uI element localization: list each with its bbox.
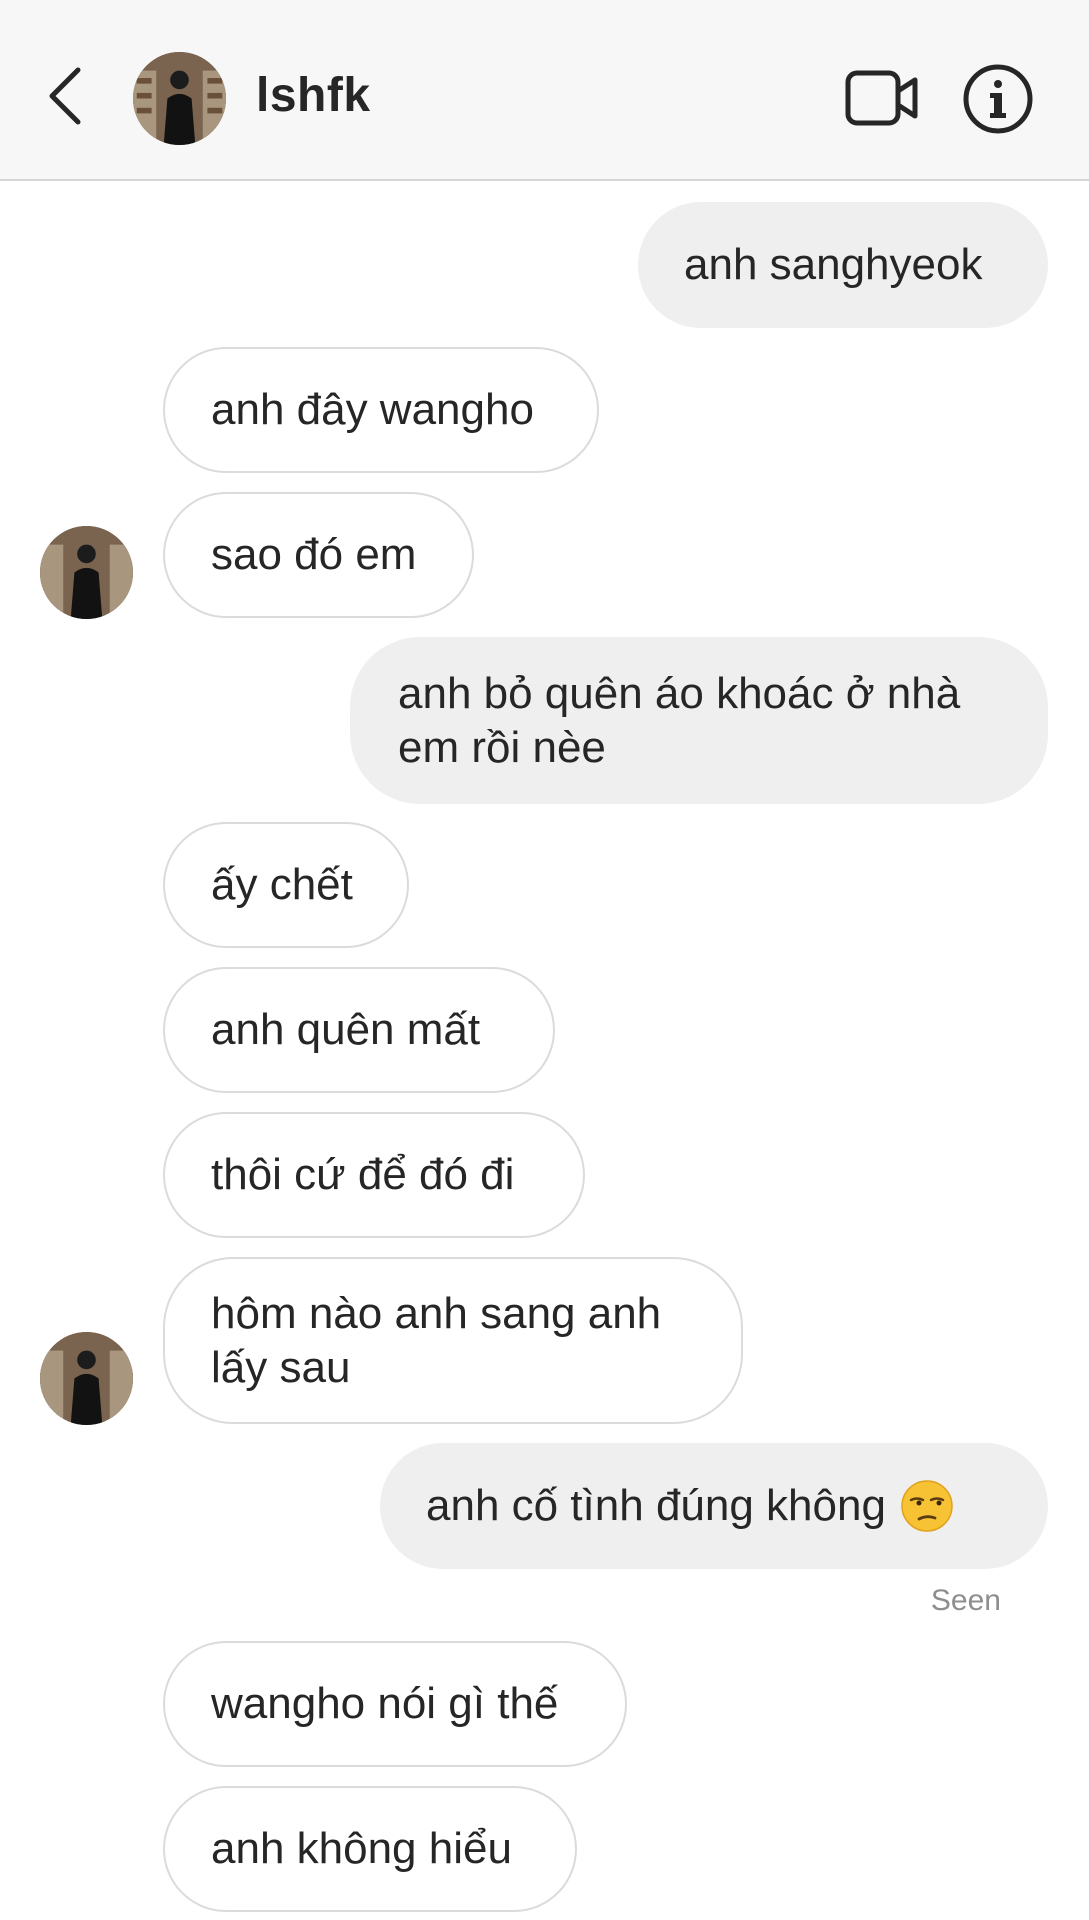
video-camera-icon[interactable] <box>845 70 919 126</box>
message-text: anh sanghyeok <box>684 240 983 289</box>
message-text: wangho nói gì thế <box>211 1679 559 1728</box>
message-bubble-received[interactable]: anh không hiểu <box>163 1786 577 1912</box>
profile-avatar[interactable] <box>133 52 226 145</box>
info-icon[interactable] <box>963 64 1033 134</box>
message-bubble-received[interactable]: anh đây wangho <box>163 347 599 473</box>
chat-username[interactable]: lshfk <box>256 68 371 123</box>
message-bubble-sent[interactable]: anh sanghyeok <box>638 202 1048 328</box>
message-text: anh bỏ quên áo khoác ở nhà em rồi nèe <box>398 668 961 772</box>
message-bubble-received[interactable]: wangho nói gì thế <box>163 1641 627 1767</box>
message-text: ấy chết <box>211 860 353 909</box>
message-bubble-sent[interactable]: anh bỏ quên áo khoác ở nhà em rồi nèe <box>350 637 1048 804</box>
unamused-face-icon <box>901 1480 953 1532</box>
chat-header: lshfk <box>0 0 1089 181</box>
message-text: sao đó em <box>211 530 417 579</box>
message-text: thôi cứ để đó đi <box>211 1150 515 1199</box>
message-bubble-received[interactable]: thôi cứ để đó đi <box>163 1112 585 1238</box>
message-text: anh cố tình đúng không <box>426 1481 886 1530</box>
sender-avatar[interactable] <box>40 526 133 619</box>
message-bubble-received[interactable]: sao đó em <box>163 492 474 618</box>
message-bubble-received[interactable]: ấy chết <box>163 822 409 948</box>
back-arrow-icon[interactable] <box>44 64 88 128</box>
message-text: anh quên mất <box>211 1005 481 1054</box>
message-text: anh đây wangho <box>211 385 534 434</box>
sender-avatar[interactable] <box>40 1332 133 1425</box>
message-bubble-received[interactable]: anh quên mất <box>163 967 555 1093</box>
message-bubble-sent[interactable]: anh cố tình đúng không <box>380 1443 1048 1569</box>
message-text: anh không hiểu <box>211 1824 512 1873</box>
message-text: hôm nào anh sang anh lấy sau <box>211 1288 662 1392</box>
seen-status: Seen <box>930 1584 1001 1617</box>
message-bubble-received[interactable]: hôm nào anh sang anh lấy sau <box>163 1257 743 1424</box>
